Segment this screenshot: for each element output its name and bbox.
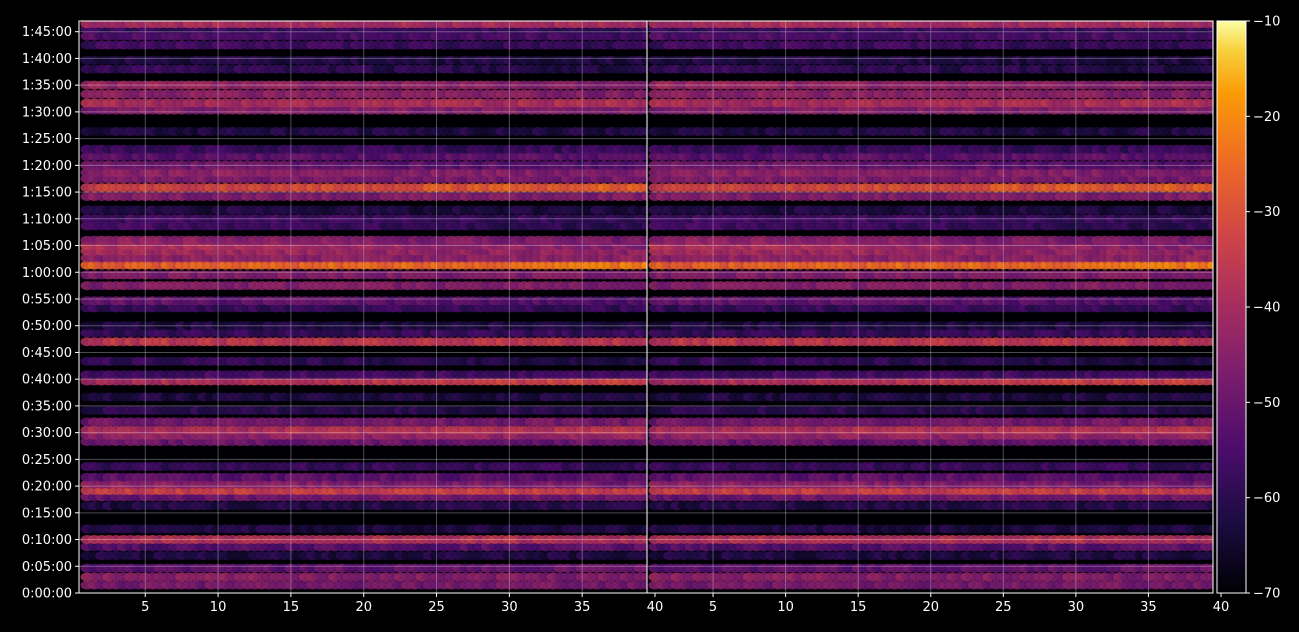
left-panel-cells xyxy=(80,21,647,590)
heatmap-chart: 0:00:000:05:000:10:000:15:000:20:000:25:… xyxy=(22,15,1281,616)
right-panel-cells xyxy=(648,21,1213,590)
